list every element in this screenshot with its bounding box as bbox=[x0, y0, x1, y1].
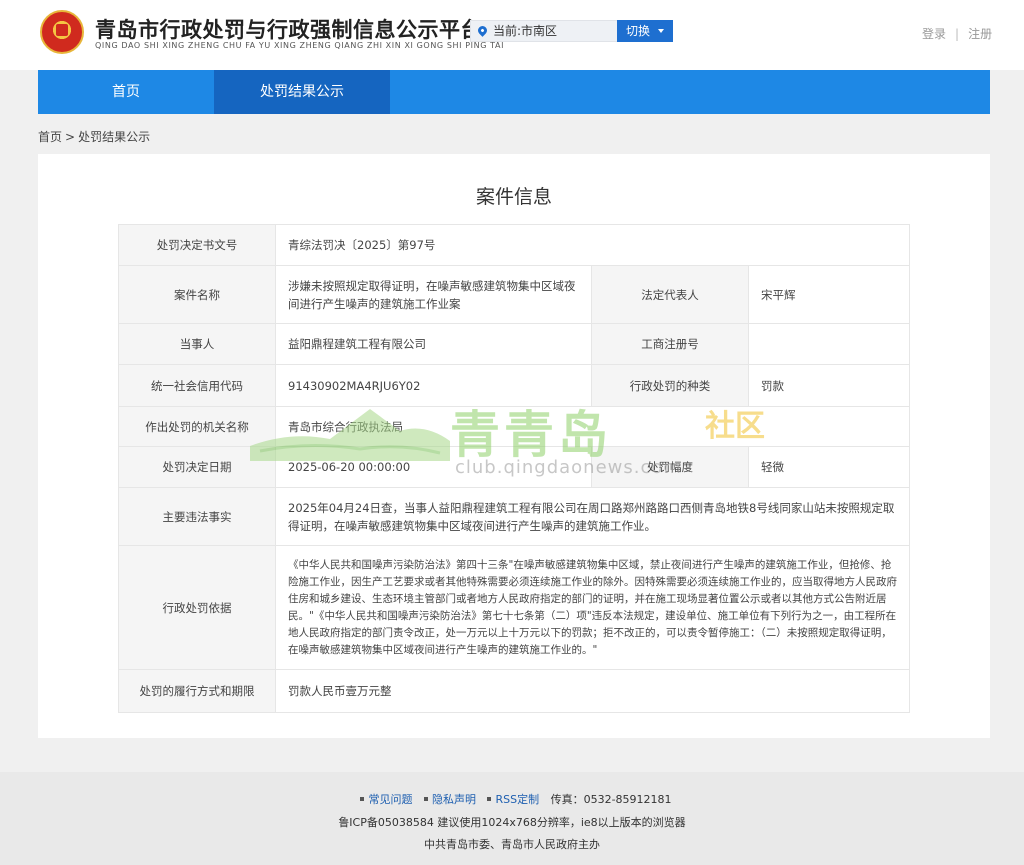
switch-label: 切换 bbox=[626, 24, 651, 38]
fax-text: 传真：0532-85912181 bbox=[550, 793, 672, 806]
chevron-down-icon bbox=[658, 29, 664, 33]
auth-links: 登录 | 注册 bbox=[922, 25, 992, 42]
table-row: 案件名称 涉嫌未按照规定取得证明，在噪声敏感建筑物集中区域夜间进行产生噪声的建筑… bbox=[119, 266, 910, 324]
case-info-table: 处罚决定书文号 青综法罚决〔2025〕第97号 案件名称 涉嫌未按照规定取得证明… bbox=[118, 224, 910, 713]
icp-text: 鲁ICP备05038584 建议使用1024x768分辨率，ie8以上版本的浏览… bbox=[338, 816, 686, 829]
decision-date-value: 2025-06-20 00:00:00 bbox=[276, 447, 592, 487]
faq-link[interactable]: 常见问题 bbox=[368, 793, 412, 806]
case-name-label: 案件名称 bbox=[119, 266, 276, 323]
penalty-type-value: 罚款 bbox=[749, 365, 910, 406]
current-location: 当前:市南区 bbox=[470, 20, 618, 42]
doc-no-value: 青综法罚决〔2025〕第97号 bbox=[276, 225, 910, 265]
party-value: 益阳鼎程建筑工程有限公司 bbox=[276, 324, 592, 364]
bullet-icon bbox=[360, 797, 365, 801]
bullet-icon bbox=[487, 797, 492, 801]
breadcrumb-home[interactable]: 首页 bbox=[38, 130, 62, 144]
authority-label: 作出处罚的机关名称 bbox=[119, 407, 276, 446]
auth-separator: | bbox=[955, 27, 960, 41]
rss-link[interactable]: RSS定制 bbox=[495, 793, 539, 806]
bullet-icon bbox=[423, 797, 428, 801]
breadcrumb-current: 处罚结果公示 bbox=[78, 130, 151, 144]
basis-value: 《中华人民共和国噪声污染防治法》第四十三条"在噪声敏感建筑物集中区域，禁止夜间进… bbox=[276, 546, 910, 669]
switch-location-button[interactable]: 切换 bbox=[617, 20, 673, 42]
doc-no-label: 处罚决定书文号 bbox=[119, 225, 276, 265]
legal-rep-label: 法定代表人 bbox=[592, 266, 749, 323]
biz-reg-value bbox=[749, 324, 910, 364]
footer-links: 常见问题 隐私声明 RSS定制 传真：0532-85912181 bbox=[0, 791, 1024, 807]
method-value: 罚款人民币壹万元整 bbox=[276, 670, 910, 712]
national-emblem-icon bbox=[40, 10, 84, 54]
credit-code-value: 91430902MA4RJU6Y02 bbox=[276, 365, 592, 406]
case-title: 案件信息 bbox=[475, 186, 552, 208]
table-row: 处罚决定日期 2025-06-20 00:00:00 处罚幅度 轻微 bbox=[119, 447, 910, 488]
table-row: 行政处罚依据 《中华人民共和国噪声污染防治法》第四十三条"在噪声敏感建筑物集中区… bbox=[119, 546, 910, 670]
current-location-text: 当前:市南区 bbox=[493, 24, 558, 38]
penalty-range-value: 轻微 bbox=[749, 447, 910, 487]
login-link[interactable]: 登录 bbox=[922, 27, 946, 41]
table-row: 统一社会信用代码 91430902MA4RJU6Y02 行政处罚的种类 罚款 bbox=[119, 365, 910, 407]
table-row: 作出处罚的机关名称 青岛市综合行政执法局 bbox=[119, 407, 910, 447]
penalty-type-label: 行政处罚的种类 bbox=[592, 365, 749, 406]
location-pin-icon bbox=[476, 24, 489, 37]
penalty-range-label: 处罚幅度 bbox=[592, 447, 749, 487]
site-subtitle: QING DAO SHI XING ZHENG CHU FA YU XING Z… bbox=[95, 41, 505, 50]
party-label: 当事人 bbox=[119, 324, 276, 364]
breadcrumb-arrow: > bbox=[65, 130, 76, 144]
biz-reg-label: 工商注册号 bbox=[592, 324, 749, 364]
table-row: 处罚的履行方式和期限 罚款人民币壹万元整 bbox=[119, 670, 910, 713]
nav-home[interactable]: 首页 bbox=[38, 70, 214, 114]
facts-label: 主要违法事实 bbox=[119, 488, 276, 545]
breadcrumb: 首页 > 处罚结果公示 bbox=[38, 128, 150, 145]
case-name-value: 涉嫌未按照规定取得证明，在噪声敏感建筑物集中区域夜间进行产生噪声的建筑施工作业案 bbox=[276, 266, 592, 323]
host-text: 中共青岛市委、青岛市人民政府主办 bbox=[424, 838, 600, 851]
site-header: 青岛市行政处罚与行政强制信息公示平台 QING DAO SHI XING ZHE… bbox=[0, 0, 1024, 70]
site-title: 青岛市行政处罚与行政强制信息公示平台 bbox=[95, 18, 482, 42]
table-row: 当事人 益阳鼎程建筑工程有限公司 工商注册号 bbox=[119, 324, 910, 365]
main-nav: 首页 处罚结果公示 bbox=[38, 70, 990, 114]
case-content: 案件信息 处罚决定书文号 青综法罚决〔2025〕第97号 案件名称 涉嫌未按照规… bbox=[38, 154, 990, 738]
decision-date-label: 处罚决定日期 bbox=[119, 447, 276, 487]
basis-label: 行政处罚依据 bbox=[119, 546, 276, 669]
privacy-link[interactable]: 隐私声明 bbox=[432, 793, 476, 806]
table-row: 处罚决定书文号 青综法罚决〔2025〕第97号 bbox=[119, 225, 910, 266]
nav-penalty-results[interactable]: 处罚结果公示 bbox=[214, 70, 390, 114]
credit-code-label: 统一社会信用代码 bbox=[119, 365, 276, 406]
site-footer: 常见问题 隐私声明 RSS定制 传真：0532-85912181 鲁ICP备05… bbox=[0, 772, 1024, 865]
register-link[interactable]: 注册 bbox=[968, 27, 992, 41]
authority-value: 青岛市综合行政执法局 bbox=[276, 407, 910, 446]
table-row: 主要违法事实 2025年04月24日查，当事人益阳鼎程建筑工程有限公司在周口路郑… bbox=[119, 488, 910, 546]
facts-value: 2025年04月24日查，当事人益阳鼎程建筑工程有限公司在周口路郑州路路口西侧青… bbox=[276, 488, 910, 545]
legal-rep-value: 宋平辉 bbox=[749, 266, 910, 323]
method-label: 处罚的履行方式和期限 bbox=[119, 670, 276, 712]
